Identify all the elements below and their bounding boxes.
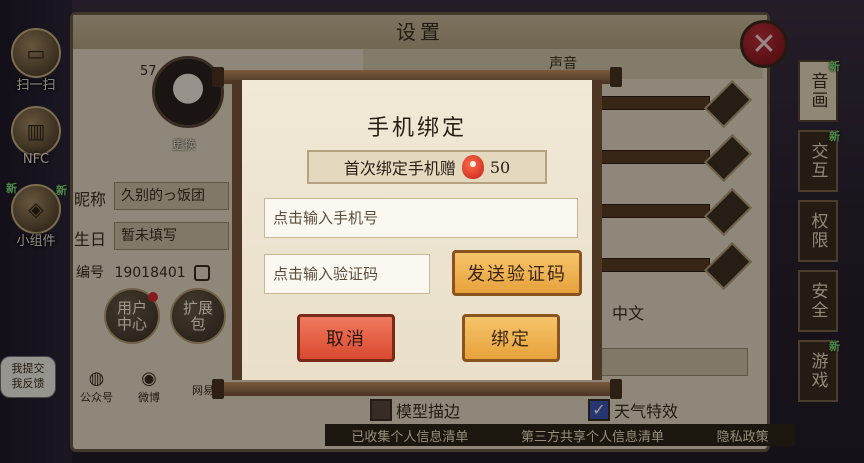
- scroll-bottom-rod: [212, 379, 622, 399]
- send-code-button[interactable]: 发送验证码: [452, 250, 582, 296]
- bonus-amount: 50: [489, 157, 511, 177]
- rod-cap: [212, 379, 224, 399]
- rod-cap: [212, 67, 224, 87]
- cancel-button[interactable]: 取消: [297, 314, 395, 362]
- rod-cap: [610, 67, 622, 87]
- phone-input[interactable]: 点击输入手机号: [264, 198, 578, 238]
- bind-button[interactable]: 绑定: [462, 314, 560, 362]
- code-input[interactable]: 点击输入验证码: [264, 254, 430, 294]
- rod-cap: [610, 379, 622, 399]
- bonus-text: 首次绑定手机赠: [343, 159, 456, 178]
- bonus-banner: 首次绑定手机赠 50: [307, 150, 547, 184]
- phone-binding-dialog: 手机绑定 首次绑定手机赠 50 点击输入手机号 点击输入验证码 发送验证码 取消…: [232, 80, 602, 380]
- koi-icon: [461, 155, 484, 179]
- dialog-title: 手机绑定: [366, 116, 467, 141]
